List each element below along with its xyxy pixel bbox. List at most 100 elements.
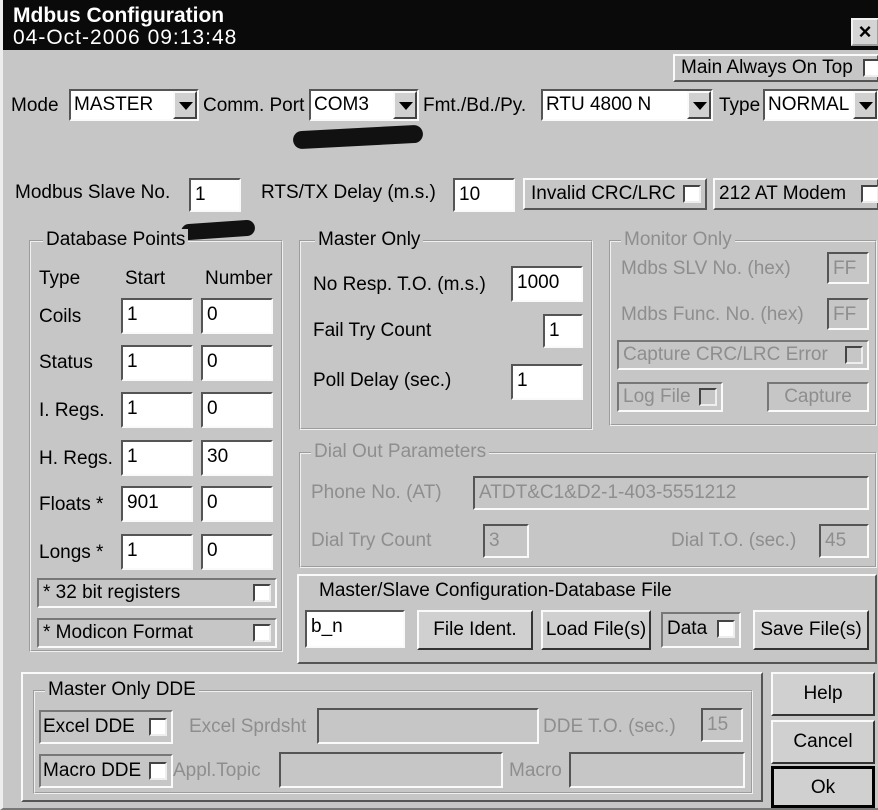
type-label: Type bbox=[719, 95, 761, 116]
redaction-mark bbox=[292, 124, 424, 150]
floats-start-field[interactable]: 901 bbox=[121, 486, 193, 522]
excel-sprdsht-field[interactable] bbox=[317, 708, 539, 744]
bit32-checkbox[interactable] bbox=[253, 584, 271, 602]
file-ident-button[interactable]: File Ident. bbox=[417, 610, 533, 650]
data-label: Data bbox=[667, 618, 708, 639]
mode-select[interactable]: MASTER bbox=[69, 89, 199, 121]
close-button[interactable]: × bbox=[851, 18, 878, 46]
status-start-field[interactable]: 1 bbox=[121, 345, 193, 381]
modem-label: 212 AT Modem bbox=[719, 183, 847, 204]
dial-try-label: Dial Try Count bbox=[311, 530, 432, 551]
invalid-crc-label: Invalid CRC/LRC bbox=[531, 183, 676, 204]
fmt-select[interactable]: RTU 4800 N bbox=[541, 89, 713, 121]
rts-delay-label: RTS/TX Delay (m.s.) bbox=[261, 182, 436, 203]
floats-number-field[interactable]: 0 bbox=[201, 486, 273, 522]
no-resp-field[interactable]: 1000 bbox=[511, 266, 583, 302]
iregs-number-field[interactable]: 0 bbox=[201, 392, 273, 428]
macro-dde-label: Macro DDE bbox=[43, 760, 142, 781]
date-time-display: 04-Oct-2006 09:13:48 bbox=[13, 26, 238, 49]
excel-dde-checkbox[interactable] bbox=[149, 718, 167, 736]
hregs-start-field[interactable]: 1 bbox=[121, 440, 193, 476]
row-type-floats: Floats * bbox=[39, 494, 104, 515]
poll-delay-field[interactable]: 1 bbox=[511, 364, 583, 400]
fail-try-label: Fail Try Count bbox=[313, 320, 432, 341]
row-type-status: Status bbox=[39, 352, 93, 373]
modem-checkbox[interactable] bbox=[861, 185, 878, 203]
slv-no-field[interactable]: FF bbox=[827, 252, 869, 284]
no-resp-label: No Resp. T.O. (m.s.) bbox=[313, 274, 486, 295]
mode-value: MASTER bbox=[74, 94, 154, 115]
coils-number-field[interactable]: 0 bbox=[201, 298, 273, 334]
row-type-iregs: I. Regs. bbox=[39, 400, 105, 421]
comm-port-value: COM3 bbox=[314, 94, 369, 115]
func-no-label: Mdbs Func. No. (hex) bbox=[621, 304, 804, 325]
log-file-checkbox[interactable] bbox=[699, 388, 717, 406]
db-file-name-field[interactable]: b_n bbox=[305, 610, 405, 648]
fmt-value: RTU 4800 N bbox=[546, 94, 652, 115]
db-file-title: Master/Slave Configuration-Database File bbox=[319, 580, 672, 601]
fail-try-field[interactable]: 1 bbox=[543, 314, 583, 348]
longs-start-field[interactable]: 1 bbox=[121, 534, 193, 570]
modbus-slave-no-label: Modbus Slave No. bbox=[15, 182, 171, 203]
capture-button[interactable]: Capture bbox=[767, 382, 869, 412]
rts-delay-field[interactable]: 10 bbox=[453, 178, 515, 212]
column-header-type: Type bbox=[39, 268, 81, 289]
cancel-button[interactable]: Cancel bbox=[771, 720, 875, 764]
phone-no-field[interactable]: ATDT&C1&D2-1-403-5551212 bbox=[473, 476, 869, 510]
phone-no-label: Phone No. (AT) bbox=[311, 482, 442, 503]
dde-to-field[interactable]: 15 bbox=[701, 708, 743, 742]
invalid-crc-checkbox[interactable] bbox=[683, 185, 701, 203]
dial-to-label: Dial T.O. (sec.) bbox=[671, 530, 797, 551]
row-type-longs: Longs * bbox=[39, 542, 104, 563]
status-number-field[interactable]: 0 bbox=[201, 345, 273, 381]
dial-to-field[interactable]: 45 bbox=[819, 524, 869, 558]
appl-topic-label: Appl.Topic bbox=[173, 760, 261, 781]
longs-number-field[interactable]: 0 bbox=[201, 534, 273, 570]
excel-dde-label: Excel DDE bbox=[43, 716, 135, 737]
ok-button[interactable]: Ok bbox=[771, 766, 875, 808]
type-value: NORMAL bbox=[768, 94, 850, 115]
log-file-label: Log File bbox=[623, 386, 691, 407]
hregs-number-field[interactable]: 30 bbox=[201, 440, 273, 476]
modicon-label: * Modicon Format bbox=[43, 622, 193, 643]
row-type-coils: Coils bbox=[39, 306, 82, 327]
help-button[interactable]: Help bbox=[771, 672, 875, 716]
comm-port-label: Comm. Port bbox=[203, 95, 305, 116]
chevron-down-icon[interactable] bbox=[173, 91, 197, 119]
close-icon: × bbox=[858, 19, 872, 44]
monitor-only-title: Monitor Only bbox=[621, 229, 735, 251]
modicon-checkbox[interactable] bbox=[253, 624, 271, 642]
chevron-down-icon[interactable] bbox=[393, 91, 417, 119]
main-always-on-top-checkbox[interactable] bbox=[863, 59, 878, 77]
column-header-start: Start bbox=[125, 268, 166, 289]
macro-field[interactable] bbox=[569, 752, 745, 788]
fmt-label: Fmt./Bd./Py. bbox=[423, 95, 527, 116]
capture-crc-label: Capture CRC/LRC Error bbox=[623, 344, 828, 365]
modbus-slave-no-field[interactable]: 1 bbox=[189, 178, 241, 212]
dde-to-label: DDE T.O. (sec.) bbox=[543, 716, 676, 737]
row-type-hregs: H. Regs. bbox=[39, 448, 113, 469]
data-checkbox[interactable] bbox=[717, 620, 735, 638]
slv-no-label: Mdbs SLV No. (hex) bbox=[621, 258, 791, 279]
dial-try-field[interactable]: 3 bbox=[483, 524, 529, 558]
mode-label: Mode bbox=[11, 95, 59, 116]
appl-topic-field[interactable] bbox=[279, 752, 503, 788]
save-file-button[interactable]: Save File(s) bbox=[753, 610, 869, 650]
iregs-start-field[interactable]: 1 bbox=[121, 392, 193, 428]
column-header-number: Number bbox=[205, 268, 273, 289]
coils-start-field[interactable]: 1 bbox=[121, 298, 193, 334]
load-file-button[interactable]: Load File(s) bbox=[541, 610, 651, 650]
type-select[interactable]: NORMAL bbox=[763, 89, 878, 121]
chevron-down-icon[interactable] bbox=[853, 91, 877, 119]
window-title: Mdbus Configuration bbox=[13, 4, 225, 27]
macro-dde-checkbox[interactable] bbox=[149, 762, 167, 780]
chevron-down-icon[interactable] bbox=[687, 91, 711, 119]
dde-title: Master Only DDE bbox=[45, 679, 199, 701]
capture-crc-checkbox[interactable] bbox=[845, 346, 863, 364]
macro-label: Macro bbox=[509, 760, 562, 781]
bit32-label: * 32 bit registers bbox=[43, 582, 181, 603]
excel-sprdsht-label: Excel Sprdsht bbox=[189, 716, 307, 737]
func-no-field[interactable]: FF bbox=[827, 298, 869, 330]
database-points-title: Database Points bbox=[43, 229, 189, 251]
comm-port-select[interactable]: COM3 bbox=[309, 89, 419, 121]
